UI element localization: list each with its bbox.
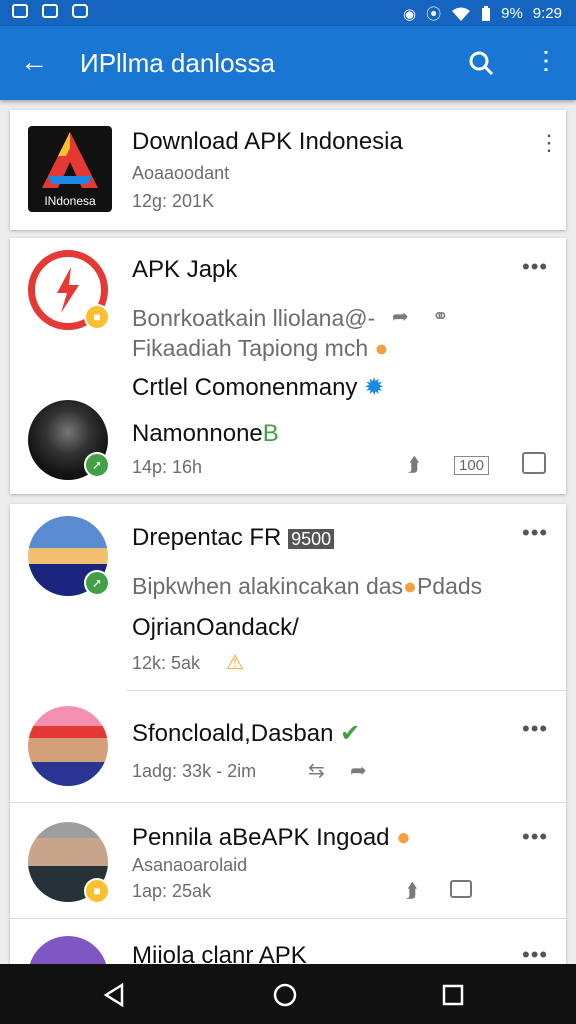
share-icon[interactable]: ➦ xyxy=(392,306,409,328)
badge-icon: ■ xyxy=(84,878,110,904)
user-avatar xyxy=(28,706,108,786)
item-name: Download APK Indonesia xyxy=(132,128,403,155)
system-nav-bar xyxy=(0,964,576,1024)
more-icon[interactable]: ••• xyxy=(522,718,548,740)
name-tag: 9500 xyxy=(288,529,335,549)
more-icon[interactable]: ••• xyxy=(522,944,548,966)
more-icon[interactable]: ⋮ xyxy=(538,130,560,156)
battery-level: 9% xyxy=(501,5,523,22)
check-badge-icon: ➚ xyxy=(84,452,110,478)
item-meta: 1ap: 25ak xyxy=(132,881,212,901)
recents-nav-icon[interactable] xyxy=(440,982,466,1008)
item-name: APK Japk xyxy=(132,256,238,283)
item-line-1: Bonrkoatkain lliolana@- xyxy=(132,305,376,331)
status-bar: ◉ ⦿ 9% 9:29 xyxy=(0,0,576,26)
list-item-apk-japk[interactable]: ■ APK Japk ••• Bonrkoatkain lliolana@- ➦… xyxy=(10,238,566,494)
count-box[interactable]: 100 xyxy=(454,456,490,475)
item-line-4-text: Namonnone xyxy=(132,420,263,447)
share-icon[interactable]: ➦ xyxy=(350,760,367,782)
battery-icon xyxy=(482,5,491,21)
notification-icon xyxy=(12,4,28,18)
share-icon[interactable]: ⮭ xyxy=(408,454,420,476)
more-icon[interactable]: ••• xyxy=(522,256,548,278)
back-nav-icon[interactable] xyxy=(102,982,128,1008)
page-title: ИPllma danlossa xyxy=(80,48,275,78)
emoji-icon: ● xyxy=(396,824,411,851)
item-name: Pennila aBeAPK Ingoad xyxy=(132,824,390,851)
warning-icon: ⚠ xyxy=(226,652,244,674)
verified-icon: ✹ xyxy=(364,374,385,401)
item-name: Drepentac FR xyxy=(132,524,282,551)
app-bar: ← ИPllma danlossa ⋯ xyxy=(0,26,576,100)
item-title-3: Drepentac FR 9500 xyxy=(132,524,335,553)
emoji-icon: ● xyxy=(374,335,389,361)
item-line-2: OjrianOandack/ xyxy=(132,614,299,641)
item-subtitle: Aoaaoodant xyxy=(132,163,230,183)
repost-icon[interactable]: ⇆ xyxy=(308,760,325,782)
camera-icon[interactable] xyxy=(450,880,472,898)
item-line-4-accent: B xyxy=(262,420,279,447)
item-line-1-tail: Pdads xyxy=(416,573,483,599)
emoji-icon: ● xyxy=(403,573,417,599)
item-line-2: Fikaadiah Tapiong mch ● xyxy=(132,334,388,362)
divider xyxy=(126,690,566,691)
clock: 9:29 xyxy=(532,5,562,22)
bookmark-icon[interactable] xyxy=(522,452,546,474)
app-logo: INdonesa xyxy=(28,126,112,212)
item-title-4: Sfoncloald,Dasban ✔ xyxy=(132,720,360,748)
notification-icon xyxy=(42,4,58,18)
item-line-4: NamonnoneB xyxy=(132,420,279,448)
overflow-menu-icon[interactable]: ⋯ xyxy=(532,48,562,74)
logo-text: INdonesa xyxy=(44,194,96,208)
back-arrow-icon[interactable]: ← xyxy=(20,48,48,76)
verified-icon: ✔ xyxy=(340,720,361,747)
alarm-icon: ◉ xyxy=(403,5,417,23)
item-meta: 12k: 5ak xyxy=(132,653,201,673)
divider xyxy=(10,802,566,803)
more-icon[interactable]: ••• xyxy=(522,826,548,848)
divider xyxy=(10,918,566,919)
badge-icon: ■ xyxy=(84,304,110,330)
item-line-2-text: Fikaadiah Tapiong mch xyxy=(132,335,369,361)
item-line-3-text: Crtlel Comonenmany xyxy=(132,374,358,401)
apk-logo-icon xyxy=(42,132,98,188)
notification-icon xyxy=(72,4,88,18)
item-meta: 14p: 16h xyxy=(132,457,203,477)
vibrate-icon: ⦿ xyxy=(426,6,442,23)
item-meta: 1adg: 33k - 2im xyxy=(132,761,257,781)
item-subtitle: Asanaoarolaid xyxy=(132,855,248,875)
share-icon[interactable]: ⮭ xyxy=(406,880,418,902)
item-title-5: Pennila aBeAPK Ingoad ● xyxy=(132,824,411,852)
check-badge-icon: ➚ xyxy=(84,570,110,596)
item-line-3: Crtlel Comonenmany ✹ xyxy=(132,374,384,402)
more-icon[interactable]: ••• xyxy=(522,522,548,544)
item-line-1-text: Bipkwhen alakincakan das xyxy=(132,573,404,599)
link-icon[interactable]: ⚭ xyxy=(432,306,449,328)
search-icon[interactable] xyxy=(468,50,494,76)
list-item-download-apk-indonesia[interactable]: INdonesa Download APK Indonesia Aoaaooda… xyxy=(10,110,566,230)
item-line-1: Bipkwhen alakincakan das●Pdads xyxy=(132,572,482,600)
home-nav-icon[interactable] xyxy=(272,982,298,1008)
item-meta: 12g: 201K xyxy=(132,191,215,211)
wifi-icon xyxy=(452,7,471,21)
item-name: Sfoncloald,Dasban xyxy=(132,720,334,747)
